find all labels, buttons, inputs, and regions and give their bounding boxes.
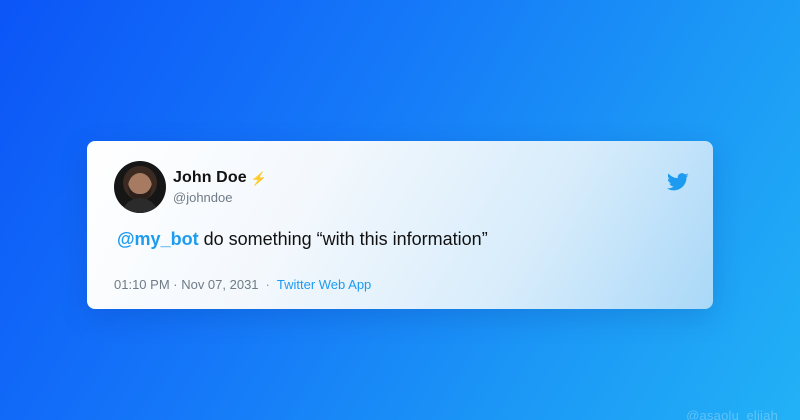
twitter-bird-icon[interactable] (665, 171, 691, 193)
tweet-card: John Doe ⚡ @johndoe @my_bot do something… (87, 141, 713, 309)
tweet-time[interactable]: 01:10 PM · Nov 07, 2031 (114, 277, 259, 292)
tweet-meta: 01:10 PM · Nov 07, 2031 · Twitter Web Ap… (114, 277, 371, 292)
author-handle[interactable]: @johndoe (173, 190, 232, 205)
author-row: John Doe ⚡ (173, 169, 267, 187)
meta-separator: · (265, 277, 270, 292)
tweet-body: do something “with this information” (198, 229, 488, 249)
avatar[interactable] (114, 161, 166, 213)
tweet-text: @my_bot do something “with this informat… (117, 229, 488, 250)
watermark: @asaolu_elijah (686, 408, 778, 420)
lightning-icon: ⚡ (250, 170, 267, 186)
author-name[interactable]: John Doe (173, 169, 247, 187)
mention-link[interactable]: @my_bot (117, 229, 199, 249)
tweet-client-link[interactable]: Twitter Web App (277, 277, 371, 292)
